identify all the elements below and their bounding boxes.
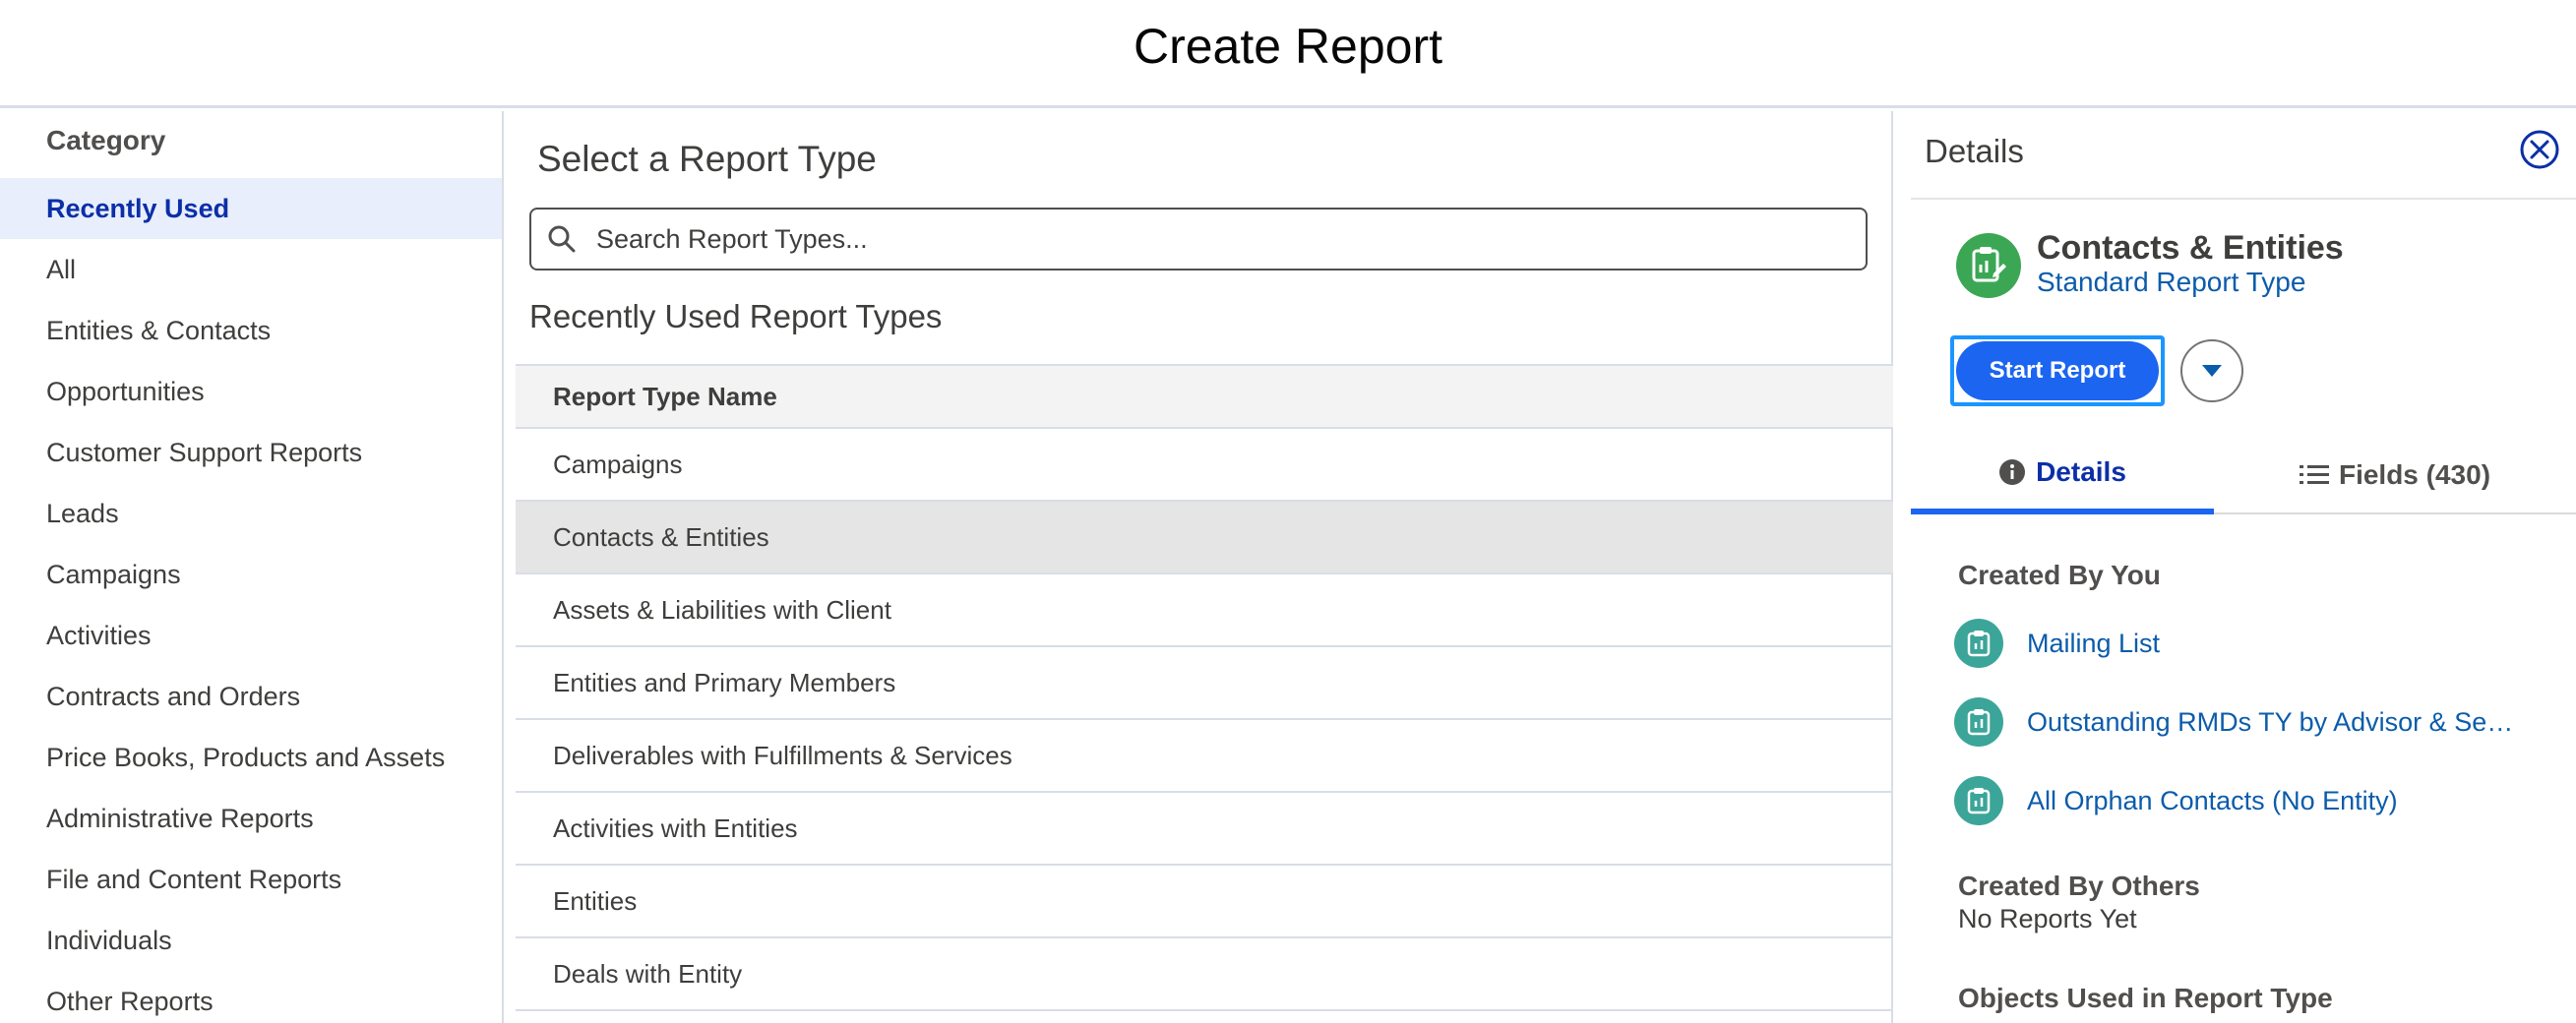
created-by-others-title: Created By Others (1958, 871, 2200, 901)
report-type-panel: Select a Report Type Recently Used Repor… (506, 111, 1893, 1023)
sidebar-item-all[interactable]: All (0, 239, 502, 300)
table-row[interactable]: Assets & Liabilities with Client (516, 574, 1893, 647)
sidebar-item-administrative[interactable]: Administrative Reports (0, 788, 502, 849)
table-row[interactable]: Entities (516, 866, 1893, 938)
more-actions-button[interactable] (2180, 339, 2243, 402)
report-link-label[interactable]: Outstanding RMDs TY by Advisor & Segment (2027, 707, 2519, 738)
details-title: Details (1925, 133, 2024, 169)
start-report-focus-ring: Start Report (1950, 335, 2165, 406)
details-panel: Details Contacts & Entities Standard Rep… (1895, 111, 2576, 1023)
report-link-mailing-list[interactable]: Mailing List (1954, 619, 2160, 668)
sidebar-item-campaigns[interactable]: Campaigns (0, 544, 502, 605)
details-tabs: Details Fields (430) (1911, 436, 2576, 514)
category-sidebar: Category Recently Used All Entities & Co… (0, 111, 504, 1023)
report-icon (1954, 697, 2003, 747)
report-icon (1954, 619, 2003, 668)
chevron-down-icon (2202, 365, 2222, 377)
table-row[interactable]: Campaigns (516, 429, 1893, 502)
report-link-label[interactable]: Mailing List (2027, 629, 2160, 659)
search-input[interactable] (596, 223, 1866, 255)
sidebar-item-price-books[interactable]: Price Books, Products and Assets (0, 727, 502, 788)
objects-used-title: Objects Used in Report Type (1958, 983, 2333, 1013)
search-box[interactable] (529, 208, 1868, 271)
sidebar-item-customer-support[interactable]: Customer Support Reports (0, 422, 502, 483)
sidebar-item-leads[interactable]: Leads (0, 483, 502, 544)
sidebar-item-entities-contacts[interactable]: Entities & Contacts (0, 300, 502, 361)
empty-state-text: No Reports Yet (1958, 904, 2137, 933)
divider (1911, 198, 2576, 200)
table-row[interactable]: Entities and Primary Members (516, 647, 1893, 720)
sidebar-item-recently-used[interactable]: Recently Used (0, 178, 502, 239)
tab-details[interactable]: Details (1911, 436, 2214, 514)
sidebar-item-activities[interactable]: Activities (0, 605, 502, 666)
report-type-icon (1956, 233, 2021, 298)
table-row[interactable]: Activities with Entities (516, 793, 1893, 866)
report-link-all-orphan-contacts[interactable]: All Orphan Contacts (No Entity) (1954, 776, 2398, 825)
sidebar-item-file-content[interactable]: File and Content Reports (0, 849, 502, 910)
page-title: Create Report (1133, 18, 1443, 74)
sidebar-item-contracts-orders[interactable]: Contracts and Orders (0, 666, 502, 727)
report-type-kind: Standard Report Type (2037, 267, 2306, 297)
report-icon (1954, 776, 2003, 825)
report-link-outstanding-rmds[interactable]: Outstanding RMDs TY by Advisor & Segment (1954, 697, 2519, 747)
column-header-report-type-name[interactable]: Report Type Name (516, 364, 1893, 429)
tab-details-label: Details (2036, 456, 2126, 487)
sidebar-item-opportunities[interactable]: Opportunities (0, 361, 502, 422)
category-title: Category (46, 125, 166, 155)
list-icon (2299, 465, 2329, 484)
report-type-table: Report Type Name Campaigns Contacts & En… (516, 364, 1893, 1011)
start-report-button[interactable]: Start Report (1956, 341, 2159, 400)
tab-fields[interactable]: Fields (430) (2214, 436, 2576, 514)
table-row[interactable]: Deliverables with Fulfillments & Service… (516, 720, 1893, 793)
report-type-name: Contacts & Entities (2037, 229, 2344, 267)
sidebar-item-individuals[interactable]: Individuals (0, 910, 502, 971)
close-icon[interactable] (2519, 129, 2560, 170)
created-by-you-title: Created By You (1958, 560, 2161, 590)
sidebar-item-other-reports[interactable]: Other Reports (0, 971, 502, 1023)
section-subtitle: Recently Used Report Types (529, 298, 943, 334)
modal-header: Create Report (0, 0, 2576, 108)
search-icon (548, 225, 576, 253)
info-icon (1999, 459, 2026, 485)
tab-fields-label: Fields (430) (2338, 459, 2491, 490)
report-link-label[interactable]: All Orphan Contacts (No Entity) (2027, 786, 2398, 816)
table-row[interactable]: Deals with Entity (516, 938, 1893, 1011)
table-row-selected[interactable]: Contacts & Entities (516, 502, 1893, 574)
panel-title: Select a Report Type (537, 139, 877, 179)
